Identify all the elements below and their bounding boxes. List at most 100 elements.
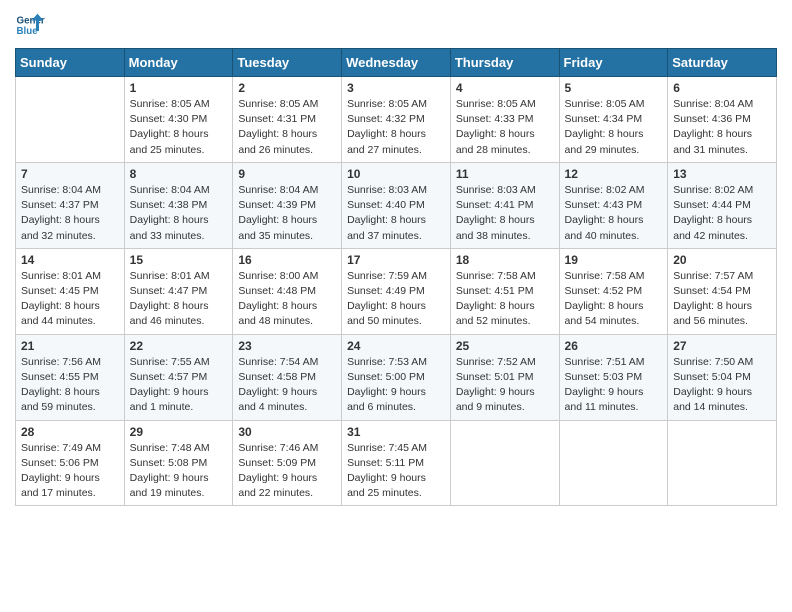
calendar-cell: 8 Sunrise: 8:04 AM Sunset: 4:38 PM Daylig… <box>124 162 233 248</box>
day-number: 11 <box>456 167 554 181</box>
calendar-cell: 16 Sunrise: 8:00 AM Sunset: 4:48 PM Dayli… <box>233 248 342 334</box>
calendar-cell: 29 Sunrise: 7:48 AM Sunset: 5:08 PM Dayli… <box>124 420 233 506</box>
day-info: Sunrise: 7:53 AM Sunset: 5:00 PM Dayligh… <box>347 355 445 416</box>
day-info: Sunrise: 7:57 AM Sunset: 4:54 PM Dayligh… <box>673 269 771 330</box>
day-number: 6 <box>673 81 771 95</box>
day-info: Sunrise: 7:54 AM Sunset: 4:58 PM Dayligh… <box>238 355 336 416</box>
day-info: Sunrise: 8:01 AM Sunset: 4:45 PM Dayligh… <box>21 269 119 330</box>
day-info: Sunrise: 7:52 AM Sunset: 5:01 PM Dayligh… <box>456 355 554 416</box>
calendar-cell: 28Sunrise: 7:49 AM Sunset: 5:06 PM Dayli… <box>16 420 125 506</box>
day-info: Sunrise: 8:02 AM Sunset: 4:43 PM Dayligh… <box>565 183 663 244</box>
calendar-cell: 1Sunrise: 8:05 AM Sunset: 4:30 PM Daylig… <box>124 77 233 163</box>
day-info: Sunrise: 8:01 AM Sunset: 4:47 PM Dayligh… <box>130 269 228 330</box>
day-info: Sunrise: 8:00 AM Sunset: 4:48 PM Dayligh… <box>238 269 336 330</box>
svg-text:General: General <box>17 16 46 27</box>
calendar-cell <box>450 420 559 506</box>
day-number: 28 <box>21 425 119 439</box>
week-row-1: 1Sunrise: 8:05 AM Sunset: 4:30 PM Daylig… <box>16 77 777 163</box>
day-info: Sunrise: 8:04 AM Sunset: 4:37 PM Dayligh… <box>21 183 119 244</box>
day-info: Sunrise: 7:58 AM Sunset: 4:51 PM Dayligh… <box>456 269 554 330</box>
calendar-cell: 10 Sunrise: 8:03 AM Sunset: 4:40 PM Dayli… <box>342 162 451 248</box>
day-info: Sunrise: 7:58 AM Sunset: 4:52 PM Dayligh… <box>565 269 663 330</box>
calendar-cell: 24Sunrise: 7:53 AM Sunset: 5:00 PM Dayli… <box>342 334 451 420</box>
day-number: 7 <box>21 167 119 181</box>
calendar-cell: 22Sunrise: 7:55 AM Sunset: 4:57 PM Dayli… <box>124 334 233 420</box>
day-number: 30 <box>238 425 336 439</box>
page-header: General Blue <box>15 10 777 40</box>
weekday-saturday: Saturday <box>668 49 777 77</box>
day-info: Sunrise: 7:50 AM Sunset: 5:04 PM Dayligh… <box>673 355 771 416</box>
day-info: Sunrise: 8:04 AM Sunset: 4:38 PM Dayligh… <box>130 183 228 244</box>
week-row-4: 21 Sunrise: 7:56 AM Sunset: 4:55 PM Dayli… <box>16 334 777 420</box>
day-number: 2 <box>238 81 336 95</box>
calendar-cell: 26 Sunrise: 7:51 AM Sunset: 5:03 PM Dayli… <box>559 334 668 420</box>
day-info: Sunrise: 7:46 AM Sunset: 5:09 PM Dayligh… <box>238 441 336 502</box>
day-info: Sunrise: 8:02 AM Sunset: 4:44 PM Dayligh… <box>673 183 771 244</box>
calendar-cell: 13 Sunrise: 8:02 AM Sunset: 4:44 PM Dayli… <box>668 162 777 248</box>
day-number: 1 <box>130 81 228 95</box>
weekday-sunday: Sunday <box>16 49 125 77</box>
day-number: 16 <box>238 253 336 267</box>
calendar-cell: 12 Sunrise: 8:02 AM Sunset: 4:43 PM Dayli… <box>559 162 668 248</box>
calendar-cell: 18 Sunrise: 7:58 AM Sunset: 4:51 PM Dayli… <box>450 248 559 334</box>
calendar-cell: 7 Sunrise: 8:04 AM Sunset: 4:37 PM Daylig… <box>16 162 125 248</box>
calendar-cell: 2 Sunrise: 8:05 AM Sunset: 4:31 PM Daylig… <box>233 77 342 163</box>
day-info: Sunrise: 7:48 AM Sunset: 5:08 PM Dayligh… <box>130 441 228 502</box>
weekday-thursday: Thursday <box>450 49 559 77</box>
day-info: Sunrise: 8:05 AM Sunset: 4:33 PM Dayligh… <box>456 97 554 158</box>
day-number: 4 <box>456 81 554 95</box>
svg-text:Blue: Blue <box>17 26 39 37</box>
day-info: Sunrise: 8:03 AM Sunset: 4:41 PM Dayligh… <box>456 183 554 244</box>
week-row-5: 28Sunrise: 7:49 AM Sunset: 5:06 PM Dayli… <box>16 420 777 506</box>
day-number: 14 <box>21 253 119 267</box>
day-number: 27 <box>673 339 771 353</box>
weekday-tuesday: Tuesday <box>233 49 342 77</box>
day-number: 9 <box>238 167 336 181</box>
calendar-cell: 3 Sunrise: 8:05 AM Sunset: 4:32 PM Daylig… <box>342 77 451 163</box>
day-number: 10 <box>347 167 445 181</box>
calendar-cell <box>16 77 125 163</box>
calendar-cell: 25 Sunrise: 7:52 AM Sunset: 5:01 PM Dayli… <box>450 334 559 420</box>
day-number: 19 <box>565 253 663 267</box>
day-number: 20 <box>673 253 771 267</box>
day-info: Sunrise: 7:51 AM Sunset: 5:03 PM Dayligh… <box>565 355 663 416</box>
day-number: 17 <box>347 253 445 267</box>
day-number: 12 <box>565 167 663 181</box>
weekday-header-row: SundayMondayTuesdayWednesdayThursdayFrid… <box>16 49 777 77</box>
calendar-cell: 19 Sunrise: 7:58 AM Sunset: 4:52 PM Dayli… <box>559 248 668 334</box>
week-row-2: 7 Sunrise: 8:04 AM Sunset: 4:37 PM Daylig… <box>16 162 777 248</box>
day-number: 23 <box>238 339 336 353</box>
day-number: 8 <box>130 167 228 181</box>
week-row-3: 14 Sunrise: 8:01 AM Sunset: 4:45 PM Dayli… <box>16 248 777 334</box>
day-info: Sunrise: 7:59 AM Sunset: 4:49 PM Dayligh… <box>347 269 445 330</box>
weekday-monday: Monday <box>124 49 233 77</box>
calendar-cell: 4 Sunrise: 8:05 AM Sunset: 4:33 PM Daylig… <box>450 77 559 163</box>
day-number: 25 <box>456 339 554 353</box>
day-number: 13 <box>673 167 771 181</box>
calendar-cell: 31Sunrise: 7:45 AM Sunset: 5:11 PM Dayli… <box>342 420 451 506</box>
day-info: Sunrise: 7:56 AM Sunset: 4:55 PM Dayligh… <box>21 355 119 416</box>
day-info: Sunrise: 7:45 AM Sunset: 5:11 PM Dayligh… <box>347 441 445 502</box>
day-info: Sunrise: 8:03 AM Sunset: 4:40 PM Dayligh… <box>347 183 445 244</box>
day-number: 3 <box>347 81 445 95</box>
calendar-cell <box>668 420 777 506</box>
day-number: 26 <box>565 339 663 353</box>
calendar-table: SundayMondayTuesdayWednesdayThursdayFrid… <box>15 48 777 506</box>
day-number: 21 <box>21 339 119 353</box>
calendar-cell: 6 Sunrise: 8:04 AM Sunset: 4:36 PM Daylig… <box>668 77 777 163</box>
day-info: Sunrise: 8:04 AM Sunset: 4:36 PM Dayligh… <box>673 97 771 158</box>
weekday-wednesday: Wednesday <box>342 49 451 77</box>
day-number: 18 <box>456 253 554 267</box>
calendar-cell: 27 Sunrise: 7:50 AM Sunset: 5:04 PM Dayli… <box>668 334 777 420</box>
day-info: Sunrise: 8:05 AM Sunset: 4:31 PM Dayligh… <box>238 97 336 158</box>
calendar-cell: 21 Sunrise: 7:56 AM Sunset: 4:55 PM Dayli… <box>16 334 125 420</box>
day-number: 15 <box>130 253 228 267</box>
calendar-cell: 14 Sunrise: 8:01 AM Sunset: 4:45 PM Dayli… <box>16 248 125 334</box>
day-info: Sunrise: 7:55 AM Sunset: 4:57 PM Dayligh… <box>130 355 228 416</box>
calendar-cell: 11 Sunrise: 8:03 AM Sunset: 4:41 PM Dayli… <box>450 162 559 248</box>
calendar-cell <box>559 420 668 506</box>
day-number: 29 <box>130 425 228 439</box>
calendar-body: 1Sunrise: 8:05 AM Sunset: 4:30 PM Daylig… <box>16 77 777 506</box>
day-info: Sunrise: 8:05 AM Sunset: 4:32 PM Dayligh… <box>347 97 445 158</box>
logo: General Blue <box>15 10 45 40</box>
